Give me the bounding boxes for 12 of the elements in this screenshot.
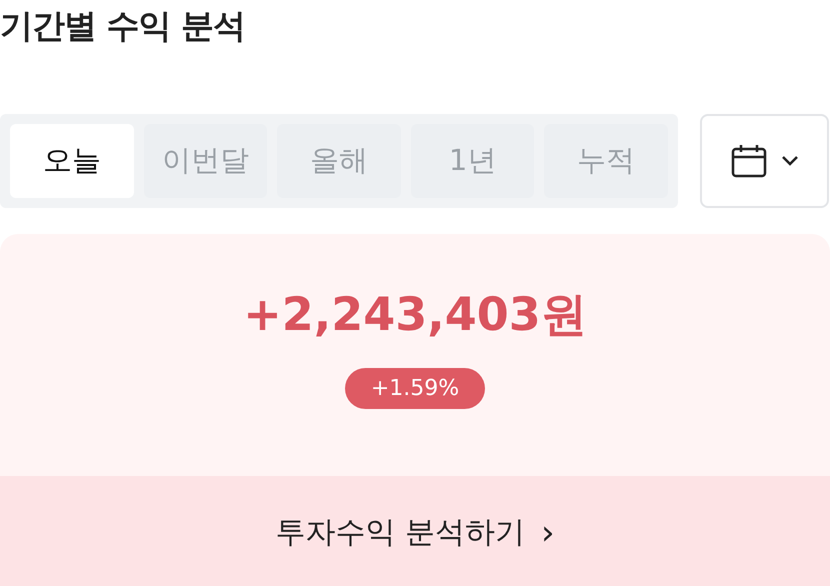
period-tab[interactable]: 누적 bbox=[544, 124, 668, 198]
period-tab[interactable]: 이번달 bbox=[144, 124, 268, 198]
period-tab[interactable]: 오늘 bbox=[10, 124, 134, 198]
calendar-icon bbox=[730, 144, 766, 178]
period-tab[interactable]: 1년 bbox=[410, 124, 534, 198]
period-tab[interactable]: 올해 bbox=[277, 124, 401, 198]
chevron-down-icon bbox=[780, 155, 798, 167]
profit-amount: +2,243,403원 bbox=[243, 286, 587, 343]
profit-rate: +1.59% bbox=[344, 368, 486, 409]
analysis-link-button[interactable]: 투자수익 분석하기 › bbox=[0, 476, 830, 586]
page-title: 기간별 수익 분석 bbox=[0, 5, 246, 47]
calendar-dropdown-button[interactable] bbox=[700, 114, 829, 208]
